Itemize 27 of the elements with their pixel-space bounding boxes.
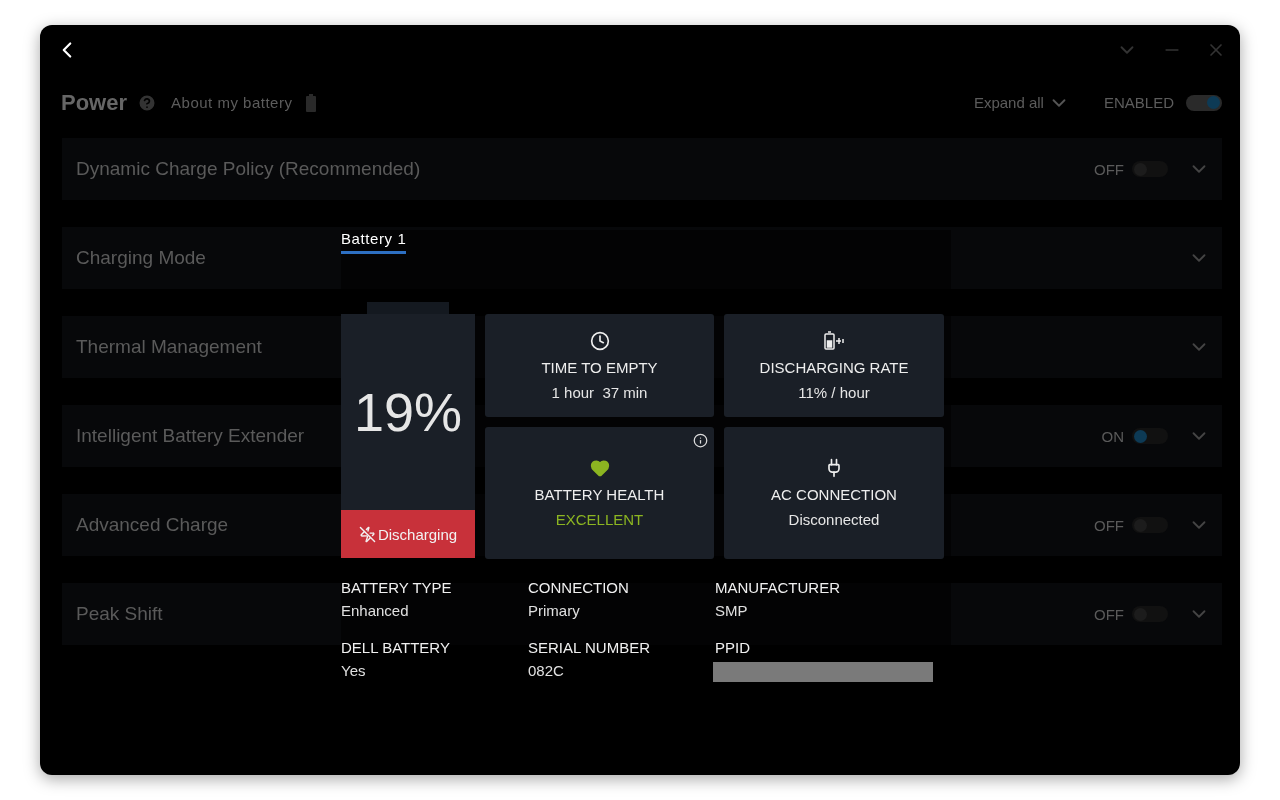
- enabled-label: ENABLED: [1103, 94, 1174, 111]
- detail-value: 082C: [528, 662, 565, 679]
- detail-value: Enhanced: [341, 602, 410, 619]
- tile-title: BATTERY HEALTH: [534, 486, 665, 503]
- row-title: Intelligent Battery Extender: [76, 425, 305, 447]
- row-title: Charging Mode: [76, 247, 206, 269]
- tile-value: Disconnected: [788, 511, 880, 528]
- tile-title: DISCHARGING RATE: [759, 358, 909, 376]
- row-title: Thermal Management: [76, 336, 262, 358]
- row-title: Peak Shift: [76, 603, 163, 625]
- row-title: Advanced Charge: [76, 514, 229, 536]
- detail-value: SMP: [715, 602, 749, 619]
- tile-value: EXCELLENT: [555, 511, 644, 528]
- row-title: Dynamic Charge Policy (Recommended): [76, 158, 421, 180]
- tile-title: AC CONNECTION: [771, 486, 897, 503]
- toggle-label: OFF: [1094, 160, 1124, 178]
- toggle-label: ON: [1101, 427, 1124, 445]
- detail-value: Primary: [528, 602, 581, 619]
- detail-value: Yes: [341, 662, 367, 679]
- tile-value: 11% / hour: [798, 383, 870, 401]
- toggle-label: OFF: [1094, 605, 1124, 623]
- page-title: Power: [61, 89, 128, 116]
- tile-title: TIME TO EMPTY: [541, 358, 658, 376]
- toggle-label: OFF: [1094, 516, 1124, 534]
- battery-percent: 19%: [353, 381, 463, 443]
- status-label: Discharging: [377, 525, 458, 543]
- tile-value: 1 hour 37 min: [551, 383, 648, 401]
